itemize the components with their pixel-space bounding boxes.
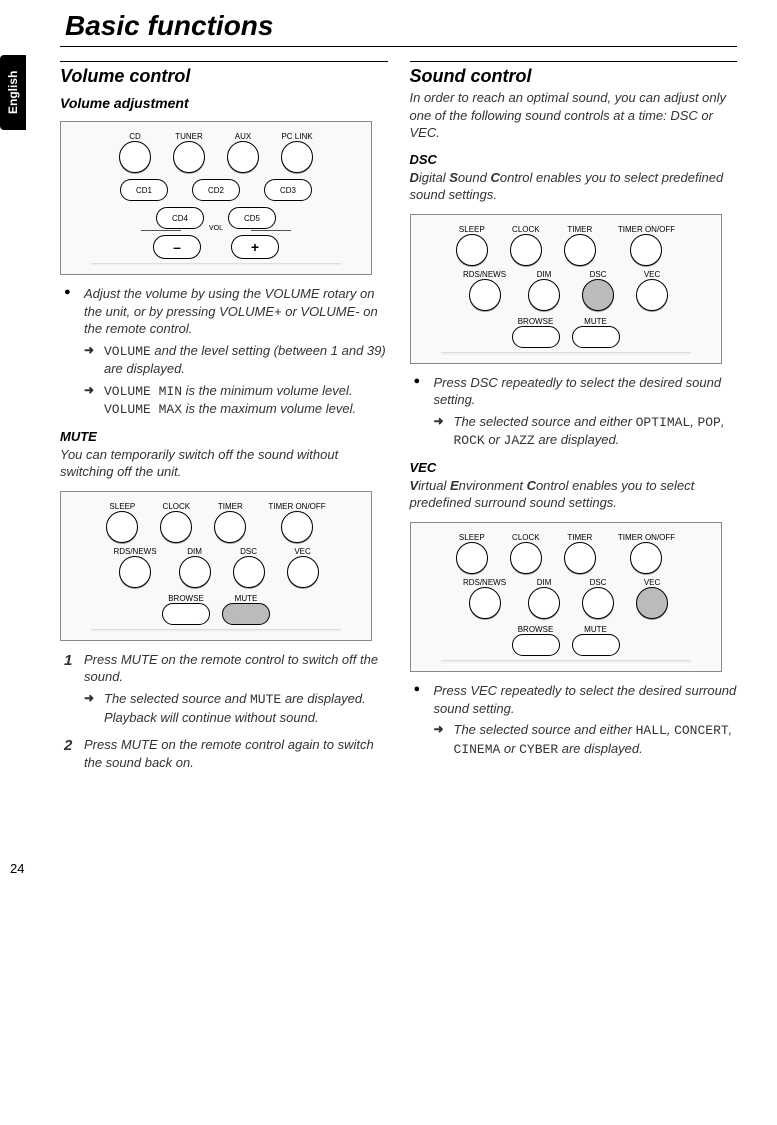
browse-button[interactable]: [512, 326, 560, 348]
vec-sub: The selected source and either HALL, CON…: [434, 721, 738, 758]
clock-button[interactable]: [510, 542, 542, 574]
clock-label: CLOCK: [163, 502, 191, 511]
dim-button[interactable]: [528, 587, 560, 619]
rdsnews-button[interactable]: [469, 279, 501, 311]
clock-button[interactable]: [160, 511, 192, 543]
cd3-button[interactable]: CD3: [264, 179, 312, 201]
volume-sub2: VOLUME MIN is the minimum volume level. …: [84, 382, 388, 419]
remote-vec: SLEEP CLOCK TIMER TIMER ON/OFF RDS/NEWS …: [410, 522, 722, 672]
clock-button[interactable]: [510, 234, 542, 266]
mute-button[interactable]: [222, 603, 270, 625]
cd-button[interactable]: [119, 141, 151, 173]
timer-button[interactable]: [564, 234, 596, 266]
vec-heading: VEC: [410, 460, 738, 475]
aux-label: AUX: [235, 132, 251, 141]
vec-button[interactable]: [636, 587, 668, 619]
vol-up-button[interactable]: +: [231, 235, 279, 259]
timer-onoff-label: TIMER ON/OFF: [268, 502, 325, 511]
tuner-button[interactable]: [173, 141, 205, 173]
vec-bullet: Press VEC repeatedly to select the desir…: [410, 682, 738, 758]
dim-button[interactable]: [179, 556, 211, 588]
pclink-button[interactable]: [281, 141, 313, 173]
timer-onoff-button[interactable]: [630, 542, 662, 574]
rdsnews-button[interactable]: [119, 556, 151, 588]
cd5-button[interactable]: CD5: [228, 207, 276, 229]
timer-label: TIMER: [218, 502, 243, 511]
tuner-label: TUNER: [175, 132, 203, 141]
timer-button[interactable]: [564, 542, 596, 574]
volume-adjustment-heading: Volume adjustment: [60, 95, 388, 111]
mute-intro: You can temporarily switch off the sound…: [60, 446, 388, 481]
sleep-button[interactable]: [106, 511, 138, 543]
timer-button[interactable]: [214, 511, 246, 543]
dsc-sub: The selected source and either OPTIMAL, …: [434, 413, 738, 450]
mute-step-2: 2 Press MUTE on the remote control again…: [60, 736, 388, 771]
chapter-title: Basic functions: [65, 10, 737, 42]
mute-step1-sub: The selected source and MUTE are display…: [84, 690, 388, 726]
cd1-button[interactable]: CD1: [120, 179, 168, 201]
rdsnews-label: RDS/NEWS: [113, 547, 156, 556]
mute-button[interactable]: [572, 634, 620, 656]
volume-sub1: VOLUME and the level setting (between 1 …: [84, 342, 388, 378]
volume-bullet: Adjust the volume by using the VOLUME ro…: [60, 285, 388, 419]
sound-control-intro: In order to reach an optimal sound, you …: [410, 89, 738, 142]
mute-step-1: 1 Press MUTE on the remote control to sw…: [60, 651, 388, 726]
dsc-button[interactable]: [582, 587, 614, 619]
volume-control-heading: Volume control: [60, 61, 388, 87]
cd-label: CD: [129, 132, 141, 141]
dsc-label: DSC: [240, 547, 257, 556]
cd2-button[interactable]: CD2: [192, 179, 240, 201]
browse-button[interactable]: [162, 603, 210, 625]
timer-onoff-button[interactable]: [281, 511, 313, 543]
rdsnews-button[interactable]: [469, 587, 501, 619]
remote-dsc: SLEEP CLOCK TIMER TIMER ON/OFF RDS/NEWS …: [410, 214, 722, 364]
dsc-heading: DSC: [410, 152, 738, 167]
vol-row: – +: [61, 235, 371, 259]
right-column: Sound control In order to reach an optim…: [410, 57, 738, 781]
mute-btn-label: MUTE: [235, 594, 258, 603]
mute-heading: MUTE: [60, 429, 388, 444]
vec-label: VEC: [294, 547, 310, 556]
dim-button[interactable]: [528, 279, 560, 311]
vec-button[interactable]: [636, 279, 668, 311]
header-rule: [60, 46, 737, 47]
aux-button[interactable]: [227, 141, 259, 173]
dsc-bullet: Press DSC repeatedly to select the desir…: [410, 374, 738, 450]
pclink-label: PC LINK: [281, 132, 312, 141]
cd4-button[interactable]: CD4: [156, 207, 204, 229]
vec-button[interactable]: [287, 556, 319, 588]
dsc-intro: Digital Sound Control enables you to sel…: [410, 169, 738, 204]
sound-control-heading: Sound control: [410, 61, 738, 87]
sleep-button[interactable]: [456, 542, 488, 574]
remote-mute: SLEEP CLOCK TIMER TIMER ON/OFF RDS/NEWS …: [60, 491, 372, 641]
dsc-button[interactable]: [233, 556, 265, 588]
sleep-label: SLEEP: [109, 502, 135, 511]
dsc-button[interactable]: [582, 279, 614, 311]
language-tab: English: [0, 55, 26, 130]
vol-down-button[interactable]: –: [153, 235, 201, 259]
sleep-button[interactable]: [456, 234, 488, 266]
remote-volume: CD TUNER AUX PC LINK CD1 CD2 CD3 CD4 CD5…: [60, 121, 372, 275]
mute-button[interactable]: [572, 326, 620, 348]
browse-label: BROWSE: [168, 594, 204, 603]
browse-button[interactable]: [512, 634, 560, 656]
page-number: 24: [10, 861, 737, 876]
dim-label: DIM: [187, 547, 202, 556]
left-column: Volume control Volume adjustment CD TUNE…: [60, 57, 388, 781]
timer-onoff-button[interactable]: [630, 234, 662, 266]
vec-intro: Virtual Environment Control enables you …: [410, 477, 738, 512]
